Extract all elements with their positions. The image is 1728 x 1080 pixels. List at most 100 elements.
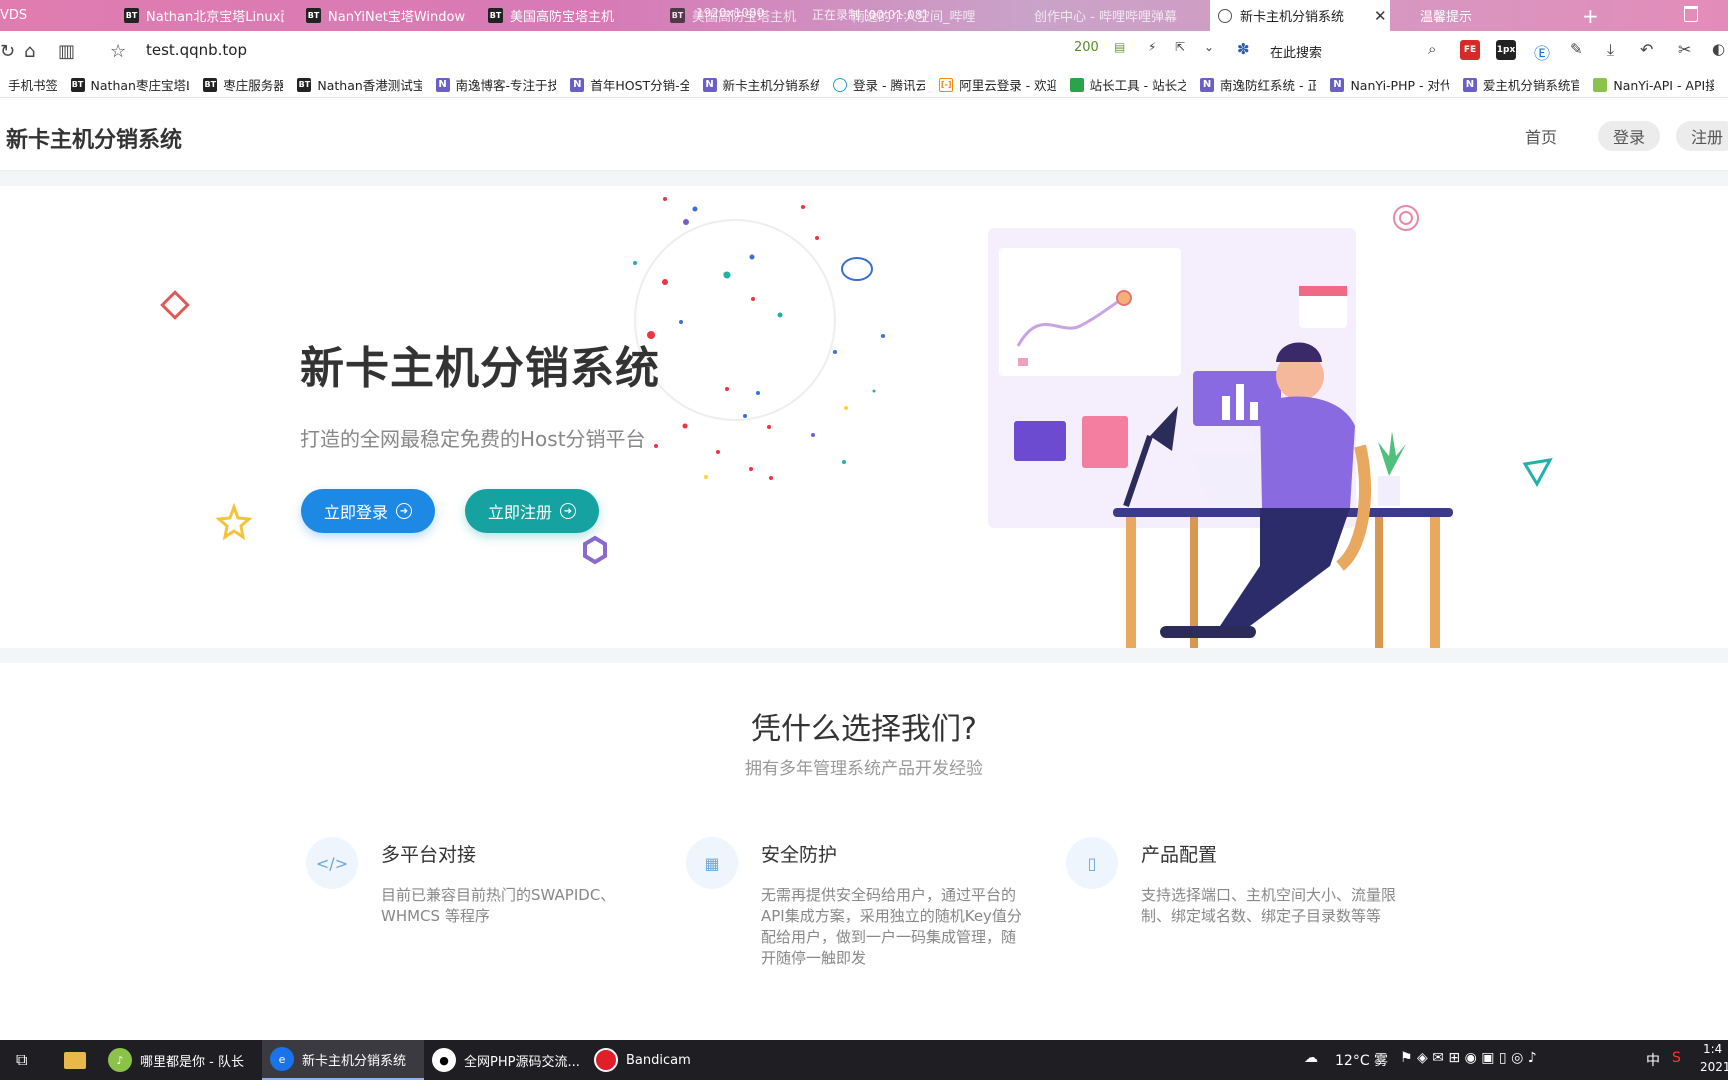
bookmark-label: Nathan枣庄宝塔L xyxy=(90,78,190,93)
bookmark-label: 手机书签 xyxy=(8,78,57,93)
tab-label: VDS xyxy=(0,8,28,23)
reader-mode-icon[interactable]: ▤ xyxy=(1114,40,1125,54)
nav-home-link[interactable]: 首页 xyxy=(1525,124,1557,148)
download-icon[interactable]: ⤓ xyxy=(1607,40,1614,60)
illustration-person-body xyxy=(1260,396,1355,508)
lightning-icon[interactable]: ⚡ xyxy=(1148,40,1156,54)
feature-title: 安全防护 xyxy=(761,844,838,866)
feature-description: 目前已兼容目前热门的SWAPIDC、WHMCS 等程序 xyxy=(381,886,616,925)
star-icon[interactable]: ☆ xyxy=(110,41,126,62)
login-button[interactable]: 立即登录 ➜ xyxy=(301,489,435,533)
clock-date: 2021 xyxy=(1700,1060,1728,1074)
scissors-icon[interactable]: ✂ xyxy=(1678,40,1691,59)
taskbar-app-music[interactable]: ♪ 哪里都是你 - 队长 xyxy=(100,1040,262,1080)
bookmark-label: 南逸博客-专注于技 xyxy=(455,78,557,93)
bookmark-label: 南逸防红系统 - 正 xyxy=(1220,78,1317,93)
tab-label: 新卡主机分销系统 xyxy=(1240,10,1345,25)
browser-tab[interactable]: VDS xyxy=(0,0,110,31)
taskbar-app-github[interactable]: ● 全网PHP源码交流... xyxy=(424,1040,586,1080)
section-divider xyxy=(0,648,1728,663)
hero-title: 新卡主机分销系统 xyxy=(300,343,660,394)
search-engine-icon[interactable]: ✽ xyxy=(1237,40,1250,58)
tab-active[interactable]: 新卡主机分销系统 ✕ xyxy=(1210,0,1390,31)
grid-icon: ▦ xyxy=(686,837,738,889)
bookmark-item[interactable]: N NanYi-PHP - 对代 xyxy=(1330,75,1449,94)
home-icon[interactable]: ⌂ xyxy=(24,41,35,62)
fe-extension-icon[interactable]: FE xyxy=(1460,40,1480,60)
feature-title: 多平台对接 xyxy=(381,844,477,866)
arrow-right-icon: ➜ xyxy=(560,503,576,519)
confetti-ring xyxy=(634,219,836,421)
bookmarks-bar: 手机书签 BT Nathan枣庄宝塔L BT 枣庄服务器 BT Nathan香港测试宝… xyxy=(0,72,1728,98)
nav-login-button[interactable]: 登录 xyxy=(1598,121,1660,151)
features-title: 凭什么选择我们? xyxy=(751,712,977,747)
bookmark-label: 新卡主机分销系统 xyxy=(722,78,820,93)
leaf-icon xyxy=(1593,77,1608,92)
eyedropper-icon[interactable]: ✎ xyxy=(1570,40,1583,58)
taskbar-app-browser[interactable]: e 新卡主机分销系统 xyxy=(262,1040,424,1080)
translate-icon[interactable]: Ⓔ xyxy=(1534,40,1550,64)
share-icon[interactable]: ⇱ xyxy=(1175,40,1185,54)
more-icon[interactable]: ◐ xyxy=(1712,40,1725,58)
n-logo-icon: N xyxy=(1462,77,1477,92)
bookmark-item[interactable]: [-] 阿里云登录 - 欢迎 xyxy=(939,75,1056,94)
music-icon: ♪ xyxy=(108,1048,132,1072)
bookmark-item[interactable]: BT 枣庄服务器 xyxy=(203,75,283,94)
tray-icons[interactable]: ⚑ ◈ ✉ ⊞ ◉ ▣ ▯ ◎ ♪ xyxy=(1400,1050,1537,1066)
register-button-label: 立即注册 xyxy=(487,503,552,522)
bookmark-item[interactable]: N 新卡主机分销系统 xyxy=(702,75,820,94)
tab-label: 温馨提示 xyxy=(1420,10,1473,25)
url-input[interactable]: test.qqnb.top xyxy=(146,41,247,59)
bookmark-item[interactable]: BT Nathan枣庄宝塔L xyxy=(70,75,190,94)
browser-tab[interactable]: BT NanYiNet宝塔Windows面板 xyxy=(306,0,466,31)
ruler-extension-icon[interactable]: 1px xyxy=(1496,40,1516,60)
site-header xyxy=(0,99,1728,171)
chevron-down-icon[interactable]: ⌄ xyxy=(1204,40,1214,54)
taskbar-label: 哪里都是你 - 队长 xyxy=(140,1054,244,1070)
bookmark-label: 爱主机分销系统官 xyxy=(1482,78,1580,93)
search-icon[interactable]: ⌕ xyxy=(1428,40,1436,58)
illustration-chart-point xyxy=(1116,290,1132,306)
star-shape xyxy=(215,502,253,541)
bookmark-label: Nathan香港测试宝 xyxy=(317,78,422,93)
bookmark-label: NanYi-API - API接 xyxy=(1613,78,1715,93)
taskbar-app-bandicam[interactable]: Bandicam xyxy=(586,1040,738,1080)
register-button[interactable]: 立即注册 ➜ xyxy=(465,489,599,533)
antivirus-icon[interactable]: S xyxy=(1672,1050,1681,1066)
site-brand[interactable]: 新卡主机分销系统 xyxy=(6,122,182,154)
refresh-icon[interactable]: ↻ xyxy=(0,41,15,62)
weather-text[interactable]: 12°C 雾 xyxy=(1335,1050,1388,1070)
bookmark-item[interactable]: N 南逸防红系统 - 正 xyxy=(1200,75,1316,94)
taskbar-label: Bandicam xyxy=(626,1052,691,1068)
task-view-icon[interactable]: ⧉ xyxy=(8,1040,27,1080)
bookmark-item[interactable]: 登录 - 腾讯云 xyxy=(833,75,925,94)
search-input[interactable]: 在此搜索 xyxy=(1270,42,1322,61)
browser-tab[interactable]: BT Nathan北京宝塔Linux面板 xyxy=(124,0,284,31)
undo-icon[interactable]: ↶ xyxy=(1640,40,1653,59)
close-icon[interactable]: ✕ xyxy=(1374,7,1387,25)
bookmark-item[interactable]: N 南逸博客-专注于技 xyxy=(435,75,557,94)
reader-icon[interactable]: ▥ xyxy=(58,41,75,62)
browser-tab[interactable]: 创作中心 - 哔哩哔哩弹幕 xyxy=(1034,0,1204,31)
new-tab-icon[interactable]: + xyxy=(1582,4,1599,28)
nav-register-button[interactable]: 注册 xyxy=(1676,121,1728,151)
tab-label: Nathan北京宝塔Linux面板 xyxy=(146,10,284,25)
bookmark-item[interactable]: N 首年HOST分销-全 xyxy=(570,75,689,94)
bookmark-item[interactable]: BT Nathan香港测试宝 xyxy=(297,75,422,94)
chart-icon xyxy=(1069,77,1084,92)
confetti-dots xyxy=(633,197,885,480)
browser-tab[interactable]: 温馨提示 xyxy=(1400,0,1550,31)
bookmark-item[interactable]: N 爱主机分销系统官 xyxy=(1462,75,1580,94)
spiral-shape xyxy=(1393,205,1419,231)
trash-icon[interactable] xyxy=(1684,6,1698,22)
globe-icon xyxy=(1218,8,1232,23)
ime-indicator[interactable]: 中 xyxy=(1646,1050,1660,1070)
bookmark-item[interactable]: 手机书签 xyxy=(8,75,57,94)
n-logo-icon: N xyxy=(570,77,585,92)
clock-time[interactable]: 1:4 xyxy=(1703,1042,1722,1056)
browser-tab[interactable]: BT 美国高防宝塔主机 xyxy=(488,0,643,31)
file-explorer-icon[interactable] xyxy=(56,1040,86,1080)
triangle-shape xyxy=(1522,458,1553,488)
bookmark-item[interactable]: NanYi-API - API接 xyxy=(1593,75,1714,94)
bookmark-item[interactable]: 站长工具 - 站长之 xyxy=(1069,75,1186,94)
